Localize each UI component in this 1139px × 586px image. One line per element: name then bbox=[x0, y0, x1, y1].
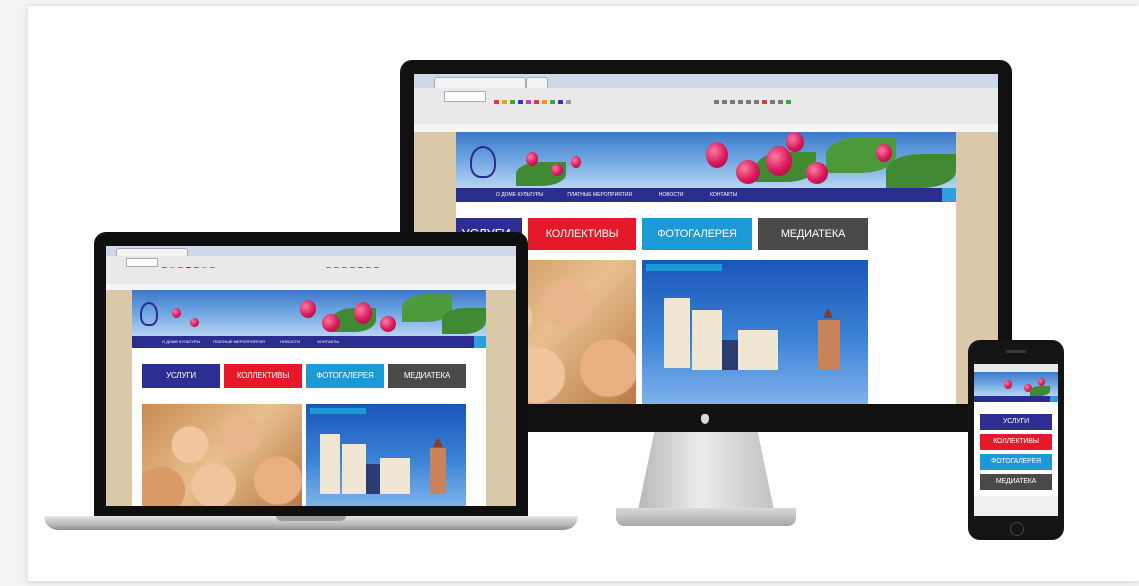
nav-item[interactable]: ПЛАТНЫЕ МЕРОПРИЯТИЯ bbox=[567, 188, 657, 202]
search-icon[interactable] bbox=[474, 336, 486, 348]
tile-mediateka[interactable]: МЕДИАТЕКА bbox=[388, 364, 466, 388]
site-banner bbox=[974, 372, 1058, 396]
tile-services[interactable]: УСЛУГИ bbox=[980, 414, 1052, 430]
browser-tabbar bbox=[106, 246, 516, 257]
gallery-caption bbox=[310, 408, 366, 414]
site-logo[interactable] bbox=[140, 302, 158, 326]
search-icon[interactable] bbox=[942, 188, 956, 202]
nav-item[interactable]: КОНТАКТЫ bbox=[710, 188, 760, 202]
nav-item[interactable]: О ДОМЕ КУЛЬТУРЫ bbox=[496, 188, 566, 202]
laptop-notch bbox=[276, 516, 346, 521]
tile-collectives[interactable]: КОЛЛЕКТИВЫ bbox=[224, 364, 302, 388]
phone-footer bbox=[974, 496, 1058, 516]
address-bar[interactable] bbox=[126, 258, 158, 267]
phone-screen: УСЛУГИ КОЛЛЕКТИВЫ ФОТОГАЛЕРЕЯ МЕДИАТЕКА bbox=[974, 364, 1058, 516]
tile-collectives[interactable]: КОЛЛЕКТИВЫ bbox=[528, 218, 636, 250]
nav-item[interactable]: О ДОМЕ КУЛЬТУРЫ bbox=[162, 336, 212, 348]
laptop: О ДОМЕ КУЛЬТУРЫ ПЛАТНЫЕ МЕРОПРИЯТИЯ НОВО… bbox=[94, 232, 528, 520]
gallery-caption bbox=[646, 264, 722, 271]
toolbar-icons bbox=[162, 259, 282, 272]
address-bar[interactable] bbox=[444, 91, 486, 102]
tile-photogallery[interactable]: ФОТОГАЛЕРЕЯ bbox=[306, 364, 384, 388]
tile-mediateka[interactable]: МЕДИАТЕКА bbox=[758, 218, 868, 250]
site-banner bbox=[132, 290, 486, 336]
site-nav: О ДОМЕ КУЛЬТУРЫ ПЛАТНЫЕ МЕРОПРИЯТИЯ НОВО… bbox=[132, 336, 486, 348]
nav-item[interactable]: ПЛАТНЫЕ МЕРОПРИЯТИЯ bbox=[213, 336, 279, 348]
tile-services[interactable]: УСЛУГИ bbox=[142, 364, 220, 388]
search-icon[interactable] bbox=[1050, 396, 1058, 402]
toolbar-icons bbox=[494, 92, 694, 105]
tile-mediateka[interactable]: МЕДИАТЕКА bbox=[980, 474, 1052, 490]
phone-speaker bbox=[1006, 350, 1026, 353]
monitor-stand bbox=[638, 432, 774, 510]
building-photo[interactable] bbox=[306, 404, 466, 506]
device-mockup-card: О ДОМЕ КУЛЬТУРЫ ПЛАТНЫЕ МЕРОПРИЯТИЯ НОВО… bbox=[28, 6, 1139, 581]
nav-item[interactable]: КОНТАКТЫ bbox=[317, 336, 353, 348]
browser-toolbar bbox=[414, 88, 998, 105]
monitor-base bbox=[616, 508, 796, 526]
apple-logo-icon bbox=[701, 414, 709, 424]
phone-home-button[interactable] bbox=[1010, 522, 1024, 536]
kids-photo[interactable] bbox=[142, 404, 302, 506]
nav-item[interactable]: НОВОСТИ bbox=[659, 188, 709, 202]
tile-photogallery[interactable]: ФОТОГАЛЕРЕЯ bbox=[642, 218, 752, 250]
page-content: О ДОМЕ КУЛЬТУРЫ ПЛАТНЫЕ МЕРОПРИЯТИЯ НОВО… bbox=[132, 290, 486, 506]
site-nav: О ДОМЕ КУЛЬТУРЫ ПЛАТНЫЕ МЕРОПРИЯТИЯ НОВО… bbox=[456, 188, 956, 202]
browser-tabbar bbox=[414, 74, 998, 89]
tile-collectives[interactable]: КОЛЛЕКТИВЫ bbox=[980, 434, 1052, 450]
tile-photogallery[interactable]: ФОТОГАЛЕРЕЯ bbox=[980, 454, 1052, 470]
site-banner bbox=[456, 132, 956, 188]
page-content: О ДОМЕ КУЛЬТУРЫ ПЛАТНЫЕ МЕРОПРИЯТИЯ НОВО… bbox=[456, 132, 956, 404]
site-logo[interactable] bbox=[470, 146, 496, 178]
toolbar-icons-right bbox=[714, 92, 984, 105]
nav-item[interactable]: НОВОСТИ bbox=[280, 336, 316, 348]
toolbar-icons-right bbox=[326, 259, 506, 272]
building-photo[interactable] bbox=[642, 260, 868, 404]
phone: УСЛУГИ КОЛЛЕКТИВЫ ФОТОГАЛЕРЕЯ МЕДИАТЕКА bbox=[968, 340, 1064, 540]
site-nav bbox=[974, 396, 1058, 402]
laptop-screen: О ДОМЕ КУЛЬТУРЫ ПЛАТНЫЕ МЕРОПРИЯТИЯ НОВО… bbox=[106, 246, 516, 506]
